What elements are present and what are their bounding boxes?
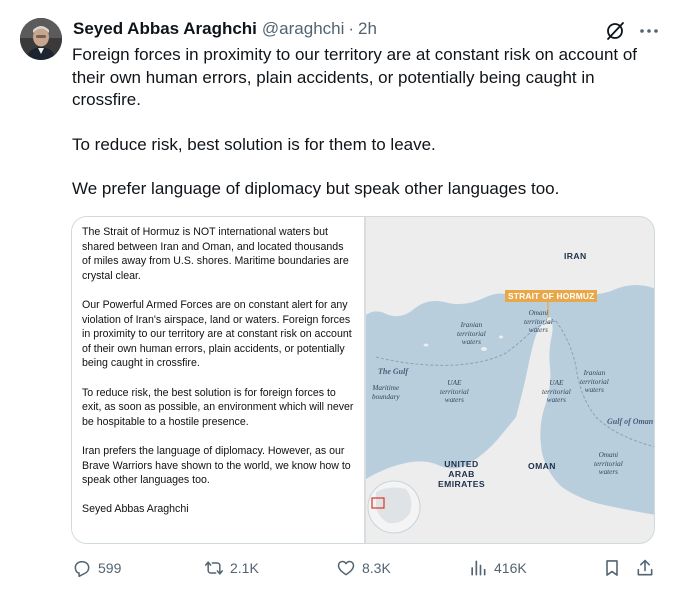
heart-icon — [337, 560, 355, 576]
map-label-omani-waters: Omani territorial waters — [524, 309, 553, 334]
post-time[interactable]: 2h — [358, 19, 377, 39]
statement-paragraph-3: To reduce risk, the best solution is for… — [82, 386, 354, 428]
map-label-iran: IRAN — [564, 251, 587, 261]
tweet-image[interactable]: The Strait of Hormuz is NOT internationa… — [71, 216, 655, 544]
repost-button[interactable]: 2.1K — [204, 556, 259, 580]
statement-paragraph-1: The Strait of Hormuz is NOT internationa… — [82, 226, 349, 282]
share-icon — [637, 559, 653, 576]
grok-icon[interactable] — [604, 20, 626, 42]
map-island-2 — [499, 335, 503, 339]
tweet-paragraph-2: To reduce risk, best solution is for the… — [72, 134, 436, 154]
views-icon — [471, 560, 486, 576]
map-label-omani-waters-south: Omani territorial waters — [594, 451, 623, 476]
tweet[interactable]: Seyed Abbas Araghchi @araghchi · 2h Fore… — [0, 0, 694, 592]
more-icon[interactable] — [637, 20, 661, 42]
map-label-uae-waters-east: UAE territorial waters — [542, 379, 571, 404]
statement-text-panel: The Strait of Hormuz is NOT internationa… — [72, 217, 364, 543]
tweet-paragraph-1: Foreign forces in proximity to our terri… — [72, 45, 638, 109]
bookmark-icon — [606, 560, 618, 576]
statement-signature: Seyed Abbas Araghchi — [82, 503, 189, 516]
views-button[interactable]: 416K — [468, 556, 527, 580]
avatar[interactable] — [20, 18, 62, 60]
map-label-uae: UNITED ARAB EMIRATES — [438, 459, 485, 489]
map-label-the-gulf: The Gulf — [378, 367, 408, 376]
tweet-paragraph-3: We prefer language of diplomacy but spea… — [72, 179, 560, 198]
reply-button[interactable]: 599 — [72, 556, 121, 580]
bookmark-button[interactable] — [602, 556, 622, 580]
author-name[interactable]: Seyed Abbas Araghchi — [73, 19, 257, 39]
statement-paragraph-2: Our Powerful Armed Forces are on constan… — [82, 298, 352, 370]
map-label-iranian-waters-west: Iranian territorial waters — [457, 321, 486, 346]
map-label-iranian-waters-east: Iranian territorial waters — [580, 369, 609, 394]
strait-map: IRAN STRAIT OF HORMUZ Omani territorial … — [366, 217, 654, 543]
map-label-gulf-of-oman: Gulf of Oman — [607, 417, 654, 426]
separator-dot: · — [348, 19, 355, 38]
map-label-maritime-boundary: Maritime boundary — [372, 384, 400, 401]
like-button[interactable]: 8.3K — [336, 556, 391, 580]
reply-count: 599 — [98, 560, 122, 576]
map-island-3 — [423, 343, 429, 347]
repost-count: 2.1K — [230, 560, 259, 576]
map-island-1 — [481, 347, 487, 351]
like-count: 8.3K — [362, 560, 391, 576]
action-bar: 599 2.1K 8.3K 416K — [72, 556, 662, 580]
map-label-strait: STRAIT OF HORMUZ — [505, 290, 598, 302]
retweet-icon — [204, 561, 224, 575]
tweet-text: Foreign forces in proximity to our terri… — [72, 44, 662, 201]
reply-icon — [74, 561, 90, 578]
tweet-header: Seyed Abbas Araghchi @araghchi · 2h — [73, 19, 377, 39]
map-label-oman: OMAN — [528, 461, 556, 471]
share-button[interactable] — [635, 556, 655, 580]
author-handle[interactable]: @araghchi — [262, 19, 344, 39]
views-count: 416K — [494, 560, 527, 576]
statement-paragraph-4: Iran prefers the language of diplomacy. … — [82, 444, 351, 487]
map-label-uae-waters-west: UAE territorial waters — [440, 379, 469, 404]
